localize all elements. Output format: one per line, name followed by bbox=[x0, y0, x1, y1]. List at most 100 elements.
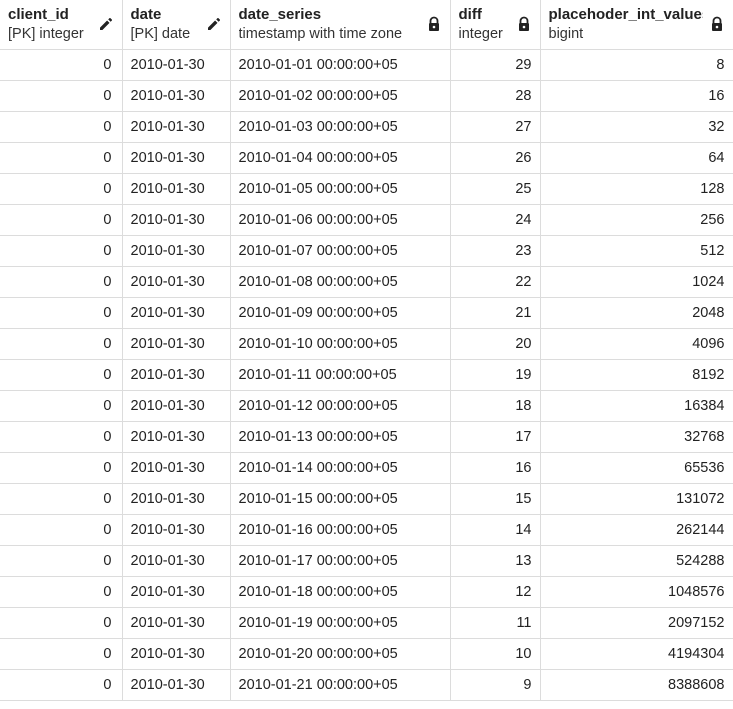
cell-placehoder-int-values[interactable]: 2048 bbox=[540, 297, 733, 329]
column-header-date[interactable]: date [PK] date bbox=[122, 0, 231, 50]
cell-placehoder-int-values[interactable]: 128 bbox=[540, 173, 733, 205]
table-row[interactable]: 0 2010-01-30 2010-01-11 00:00:00+05 19 8192 bbox=[0, 359, 733, 391]
cell-date[interactable]: 2010-01-30 bbox=[122, 452, 231, 484]
cell-date[interactable]: 2010-01-30 bbox=[122, 328, 231, 360]
cell-date-series[interactable]: 2010-01-07 00:00:00+05 bbox=[230, 235, 451, 267]
cell-client-id[interactable]: 0 bbox=[0, 297, 123, 329]
cell-date[interactable]: 2010-01-30 bbox=[122, 638, 231, 670]
cell-diff[interactable]: 14 bbox=[450, 514, 541, 546]
cell-date-series[interactable]: 2010-01-04 00:00:00+05 bbox=[230, 142, 451, 174]
cell-diff[interactable]: 13 bbox=[450, 545, 541, 577]
cell-client-id[interactable]: 0 bbox=[0, 49, 123, 81]
cell-date-series[interactable]: 2010-01-20 00:00:00+05 bbox=[230, 638, 451, 670]
cell-diff[interactable]: 16 bbox=[450, 452, 541, 484]
cell-client-id[interactable]: 0 bbox=[0, 266, 123, 298]
cell-date-series[interactable]: 2010-01-01 00:00:00+05 bbox=[230, 49, 451, 81]
cell-diff[interactable]: 15 bbox=[450, 483, 541, 515]
cell-diff[interactable]: 10 bbox=[450, 638, 541, 670]
cell-date-series[interactable]: 2010-01-05 00:00:00+05 bbox=[230, 173, 451, 205]
table-row[interactable]: 0 2010-01-30 2010-01-04 00:00:00+05 26 64 bbox=[0, 142, 733, 174]
cell-date-series[interactable]: 2010-01-14 00:00:00+05 bbox=[230, 452, 451, 484]
column-header-diff[interactable]: diff integer bbox=[450, 0, 541, 50]
cell-client-id[interactable]: 0 bbox=[0, 483, 123, 515]
table-row[interactable]: 0 2010-01-30 2010-01-20 00:00:00+05 10 41943… bbox=[0, 638, 733, 670]
cell-date-series[interactable]: 2010-01-03 00:00:00+05 bbox=[230, 111, 451, 143]
cell-date-series[interactable]: 2010-01-02 00:00:00+05 bbox=[230, 80, 451, 112]
table-row[interactable]: 0 2010-01-30 2010-01-02 00:00:00+05 28 16 bbox=[0, 80, 733, 112]
cell-diff[interactable]: 29 bbox=[450, 49, 541, 81]
cell-diff[interactable]: 24 bbox=[450, 204, 541, 236]
cell-client-id[interactable]: 0 bbox=[0, 576, 123, 608]
cell-client-id[interactable]: 0 bbox=[0, 173, 123, 205]
column-header-client-id[interactable]: client_id [PK] integer bbox=[0, 0, 123, 50]
table-row[interactable]: 0 2010-01-30 2010-01-10 00:00:00+05 20 4096 bbox=[0, 328, 733, 360]
cell-diff[interactable]: 12 bbox=[450, 576, 541, 608]
cell-date[interactable]: 2010-01-30 bbox=[122, 142, 231, 174]
cell-diff[interactable]: 19 bbox=[450, 359, 541, 391]
table-row[interactable]: 0 2010-01-30 2010-01-09 00:00:00+05 21 2048 bbox=[0, 297, 733, 329]
cell-date[interactable]: 2010-01-30 bbox=[122, 359, 231, 391]
cell-date[interactable]: 2010-01-30 bbox=[122, 607, 231, 639]
table-row[interactable]: 0 2010-01-30 2010-01-08 00:00:00+05 22 1024 bbox=[0, 266, 733, 298]
cell-placehoder-int-values[interactable]: 2097152 bbox=[540, 607, 733, 639]
cell-client-id[interactable]: 0 bbox=[0, 328, 123, 360]
cell-diff[interactable]: 27 bbox=[450, 111, 541, 143]
cell-client-id[interactable]: 0 bbox=[0, 545, 123, 577]
cell-diff[interactable]: 25 bbox=[450, 173, 541, 205]
table-row[interactable]: 0 2010-01-30 2010-01-12 00:00:00+05 18 16384 bbox=[0, 390, 733, 422]
table-row[interactable]: 0 2010-01-30 2010-01-19 00:00:00+05 11 20971… bbox=[0, 607, 733, 639]
table-row[interactable]: 0 2010-01-30 2010-01-18 00:00:00+05 12 10485… bbox=[0, 576, 733, 608]
cell-client-id[interactable]: 0 bbox=[0, 204, 123, 236]
cell-diff[interactable]: 18 bbox=[450, 390, 541, 422]
cell-date[interactable]: 2010-01-30 bbox=[122, 235, 231, 267]
cell-diff[interactable]: 21 bbox=[450, 297, 541, 329]
cell-date-series[interactable]: 2010-01-06 00:00:00+05 bbox=[230, 204, 451, 236]
table-row[interactable]: 0 2010-01-30 2010-01-15 00:00:00+05 15 13107… bbox=[0, 483, 733, 515]
table-row[interactable]: 0 2010-01-30 2010-01-07 00:00:00+05 23 512 bbox=[0, 235, 733, 267]
cell-date-series[interactable]: 2010-01-08 00:00:00+05 bbox=[230, 266, 451, 298]
cell-date[interactable]: 2010-01-30 bbox=[122, 111, 231, 143]
cell-date-series[interactable]: 2010-01-12 00:00:00+05 bbox=[230, 390, 451, 422]
cell-client-id[interactable]: 0 bbox=[0, 235, 123, 267]
cell-client-id[interactable]: 0 bbox=[0, 111, 123, 143]
cell-date[interactable]: 2010-01-30 bbox=[122, 669, 231, 701]
cell-placehoder-int-values[interactable]: 8388608 bbox=[540, 669, 733, 701]
cell-date[interactable]: 2010-01-30 bbox=[122, 483, 231, 515]
cell-date[interactable]: 2010-01-30 bbox=[122, 49, 231, 81]
cell-diff[interactable]: 9 bbox=[450, 669, 541, 701]
cell-diff[interactable]: 28 bbox=[450, 80, 541, 112]
pencil-icon[interactable] bbox=[98, 16, 114, 32]
cell-client-id[interactable]: 0 bbox=[0, 390, 123, 422]
cell-diff[interactable]: 23 bbox=[450, 235, 541, 267]
pencil-icon[interactable] bbox=[206, 16, 222, 32]
cell-date-series[interactable]: 2010-01-09 00:00:00+05 bbox=[230, 297, 451, 329]
cell-placehoder-int-values[interactable]: 8 bbox=[540, 49, 733, 81]
cell-date[interactable]: 2010-01-30 bbox=[122, 80, 231, 112]
table-row[interactable]: 0 2010-01-30 2010-01-13 00:00:00+05 17 32768 bbox=[0, 421, 733, 453]
cell-date-series[interactable]: 2010-01-11 00:00:00+05 bbox=[230, 359, 451, 391]
cell-placehoder-int-values[interactable]: 8192 bbox=[540, 359, 733, 391]
table-row[interactable]: 0 2010-01-30 2010-01-06 00:00:00+05 24 256 bbox=[0, 204, 733, 236]
table-row[interactable]: 0 2010-01-30 2010-01-14 00:00:00+05 16 65536 bbox=[0, 452, 733, 484]
cell-date-series[interactable]: 2010-01-19 00:00:00+05 bbox=[230, 607, 451, 639]
cell-client-id[interactable]: 0 bbox=[0, 359, 123, 391]
table-row[interactable]: 0 2010-01-30 2010-01-01 00:00:00+05 29 8 bbox=[0, 49, 733, 81]
table-row[interactable]: 0 2010-01-30 2010-01-17 00:00:00+05 13 52428… bbox=[0, 545, 733, 577]
cell-placehoder-int-values[interactable]: 1048576 bbox=[540, 576, 733, 608]
cell-date[interactable]: 2010-01-30 bbox=[122, 204, 231, 236]
cell-client-id[interactable]: 0 bbox=[0, 638, 123, 670]
cell-placehoder-int-values[interactable]: 262144 bbox=[540, 514, 733, 546]
cell-date[interactable]: 2010-01-30 bbox=[122, 266, 231, 298]
cell-date-series[interactable]: 2010-01-13 00:00:00+05 bbox=[230, 421, 451, 453]
column-header-date-series[interactable]: date_series timestamp with time zone bbox=[230, 0, 451, 50]
cell-placehoder-int-values[interactable]: 65536 bbox=[540, 452, 733, 484]
column-header-placehoder-int-values[interactable]: placehoder_int_values bigint bbox=[540, 0, 733, 50]
table-row[interactable]: 0 2010-01-30 2010-01-21 00:00:00+05 9 838860… bbox=[0, 669, 733, 701]
cell-placehoder-int-values[interactable]: 16 bbox=[540, 80, 733, 112]
cell-date[interactable]: 2010-01-30 bbox=[122, 545, 231, 577]
cell-date-series[interactable]: 2010-01-16 00:00:00+05 bbox=[230, 514, 451, 546]
cell-date-series[interactable]: 2010-01-18 00:00:00+05 bbox=[230, 576, 451, 608]
table-row[interactable]: 0 2010-01-30 2010-01-16 00:00:00+05 14 26214… bbox=[0, 514, 733, 546]
cell-diff[interactable]: 17 bbox=[450, 421, 541, 453]
cell-placehoder-int-values[interactable]: 1024 bbox=[540, 266, 733, 298]
